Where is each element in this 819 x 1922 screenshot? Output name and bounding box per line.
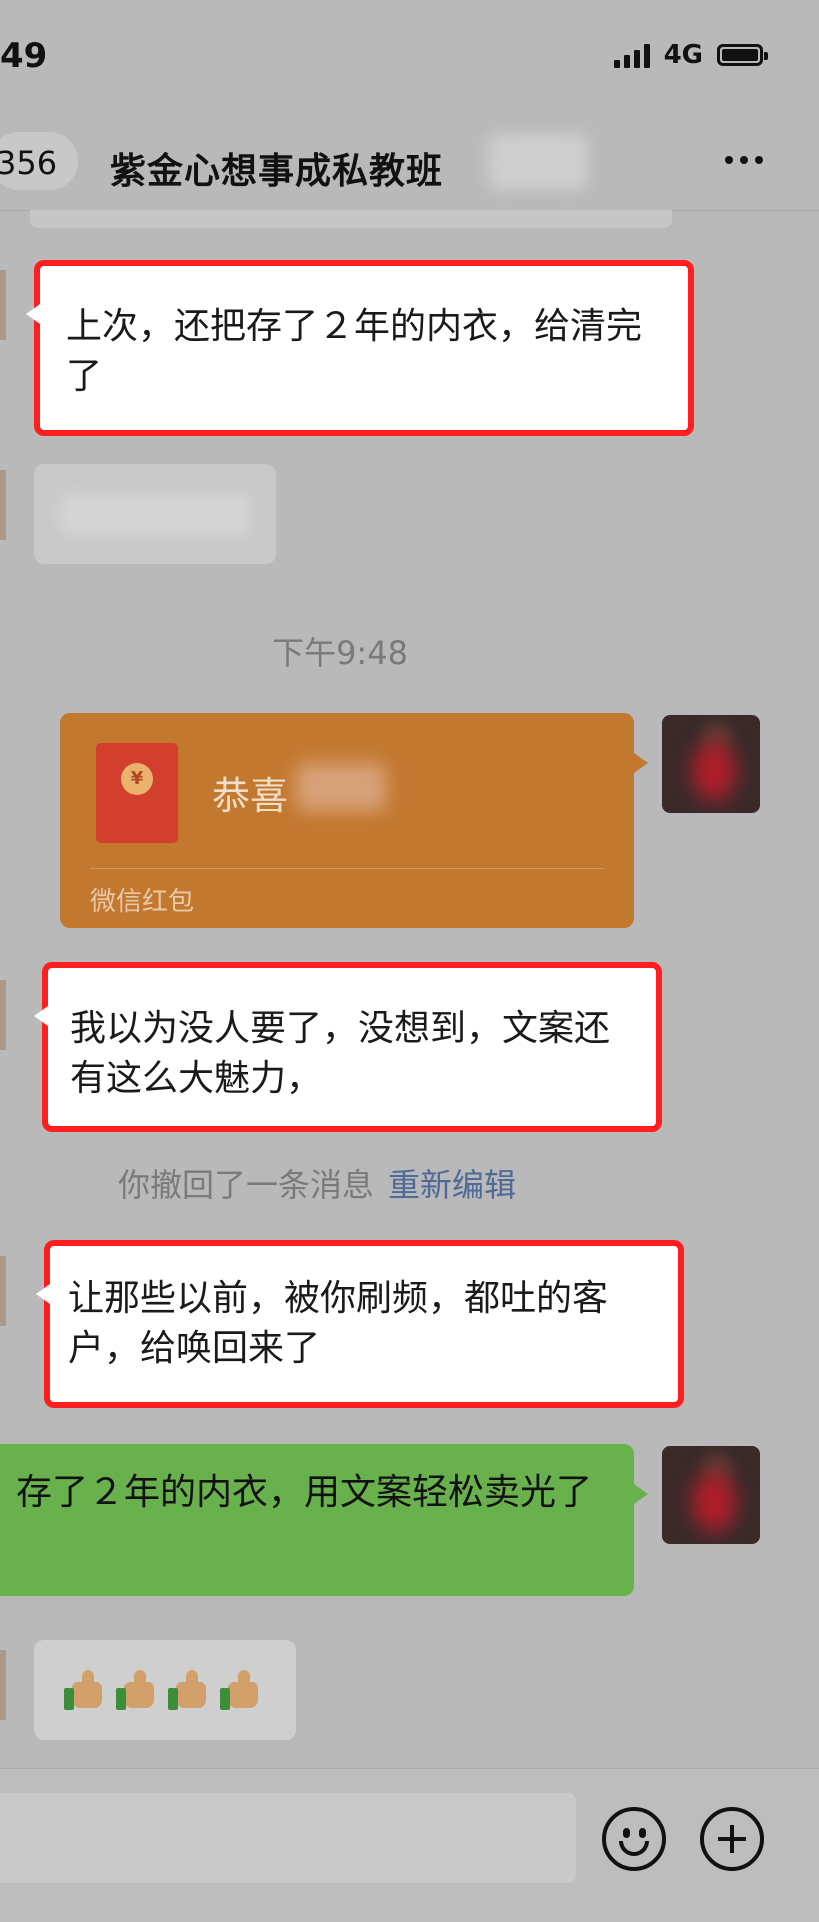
thumbs-up-icon [168, 1666, 214, 1712]
previous-message-edge [30, 210, 672, 228]
message-bubble[interactable]: 上次，还把存了２年的内衣，给清完了 [26, 260, 694, 436]
red-packet-message[interactable]: ¥ 恭喜 微信红包 [60, 713, 648, 928]
plus-icon[interactable] [700, 1807, 764, 1871]
message-text: 我以为没人要了，没想到，文案还有这么大魅力， [70, 1008, 611, 1099]
thumbs-up-icon [64, 1666, 110, 1712]
message-text: 让那些以前，被你刷频，都吐的客户，给唤回来了 [68, 1278, 609, 1369]
network-type: 4G [663, 40, 703, 70]
title-redacted [488, 134, 588, 190]
avatar-edge [0, 270, 6, 340]
emoji-message-bubble[interactable] [34, 1640, 296, 1740]
divider [90, 868, 604, 869]
greeting-redacted [296, 763, 386, 811]
message-text: 存了２年的内衣，用文案轻松卖光了 [16, 1472, 593, 1513]
coin-icon: ¥ [121, 763, 153, 795]
message-text: 上次，还把存了２年的内衣，给清完了 [66, 306, 643, 397]
avatar-edge [0, 1256, 6, 1326]
avatar-edge [0, 980, 6, 1050]
unread-count[interactable]: 356 [0, 144, 57, 182]
red-packet-greeting: 恭喜 [212, 774, 289, 818]
message-bubble[interactable]: 让那些以前，被你刷频，都吐的客户，给唤回来了 [36, 1240, 684, 1408]
self-message-bubble[interactable]: 存了２年的内衣，用文案轻松卖光了 [0, 1444, 648, 1596]
avatar[interactable] [662, 715, 760, 813]
more-options-icon[interactable] [725, 156, 763, 164]
status-indicators: 4G [613, 40, 768, 70]
input-bar [0, 1768, 819, 1922]
re-edit-link[interactable]: 重新编辑 [388, 1166, 516, 1204]
thumbs-up-icon [220, 1666, 266, 1712]
emoji-icon[interactable] [602, 1807, 666, 1871]
thumbs-up-icon [116, 1666, 162, 1712]
avatar-edge [0, 470, 6, 540]
message-input[interactable] [0, 1793, 576, 1883]
thumbs-up-row [64, 1666, 266, 1712]
status-time: 49 [0, 36, 48, 76]
recall-notice: 你撤回了一条消息 重新编辑 [118, 1160, 516, 1206]
chat-title: 紫金心想事成私教班 [110, 151, 444, 192]
redacted-text [60, 494, 250, 534]
chat-header: 356 紫金心想事成私教班 [0, 112, 819, 211]
message-bubble[interactable]: 我以为没人要了，没想到，文案还有这么大魅力， [34, 962, 662, 1132]
recall-text: 你撤回了一条消息 [118, 1166, 375, 1204]
avatar-edge [0, 1650, 6, 1720]
avatar[interactable] [662, 1446, 760, 1544]
red-envelope-icon: ¥ [96, 743, 178, 843]
message-timestamp: 下午9:48 [272, 634, 408, 672]
battery-icon [717, 44, 768, 66]
signal-icon [613, 42, 650, 68]
red-packet-label: 微信红包 [90, 887, 195, 917]
